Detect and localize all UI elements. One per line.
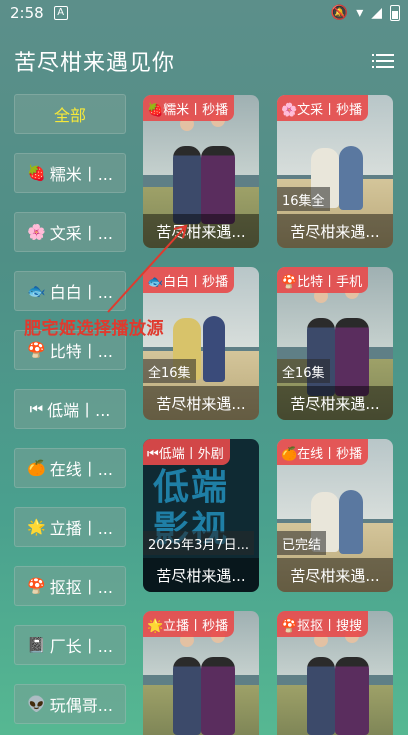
sidebar-item-label: 厂长丨...: [49, 637, 113, 656]
sidebar-item-libo[interactable]: 🌟 立播丨...: [14, 507, 126, 547]
wifi-icon: ▾: [356, 5, 364, 21]
sidebar-item-nuomi[interactable]: 🍓 糯米丨...: [14, 153, 126, 193]
video-card[interactable]: 🌟立播丨秒播: [143, 611, 259, 735]
card-title: 苦尽柑来遇...: [143, 214, 259, 248]
source-tag: 🍊在线丨秒播: [277, 439, 369, 465]
source-tag: 🍄比特丨手机: [277, 267, 369, 293]
rewind-icon: ⏮: [29, 400, 44, 418]
sidebar-item-wencai[interactable]: 🌸 文采丨...: [14, 212, 126, 252]
sidebar-item-label: 玩偶哥...: [49, 696, 113, 715]
sidebar-item-label: 抠抠丨...: [49, 578, 113, 597]
episode-badge: 全16集: [277, 359, 330, 383]
sidebar-item-label: 低端丨...: [47, 401, 111, 420]
episode-badge: 16集全: [277, 187, 330, 211]
sidebar-item-wanouge[interactable]: 👽 玩偶哥...: [14, 684, 126, 724]
source-tag: 🍓糯米丨秒播: [143, 95, 235, 121]
source-tag: 🌸文采丨秒播: [277, 95, 369, 121]
list-menu-icon[interactable]: [372, 53, 394, 69]
sidebar-item-all[interactable]: 全部: [14, 94, 126, 134]
header: 苦尽柑来遇见你: [14, 44, 394, 78]
star-icon: 🌟: [27, 518, 46, 536]
notification-icon: A: [53, 6, 68, 20]
strawberry-icon: 🍓: [27, 164, 46, 182]
status-bar: 2:58 A 🔕 ▾ ◢: [0, 0, 408, 26]
sidebar-item-baibai[interactable]: 🐟 白白丨...: [14, 271, 126, 311]
video-card[interactable]: 🍄比特丨手机 全16集 苦尽柑来遇...: [277, 267, 393, 420]
source-tag: ⏮低端丨外剧: [143, 439, 230, 465]
source-tag: 🍄抠抠丨搜搜: [277, 611, 369, 637]
video-card[interactable]: 低端影视 ⏮低端丨外剧 2025年3月7日... 苦尽柑来遇...: [143, 439, 259, 592]
notebook-icon: 📓: [27, 636, 46, 654]
sidebar-item-koukou[interactable]: 🍄 抠抠丨...: [14, 566, 126, 606]
annotation-text: 肥宅姬选择播放源: [24, 319, 164, 339]
card-title: 苦尽柑来遇...: [143, 386, 259, 420]
source-tag: 🌟立播丨秒播: [143, 611, 235, 637]
date-badge: 2025年3月7日...: [143, 531, 255, 555]
card-title: 苦尽柑来遇...: [143, 558, 259, 592]
video-card[interactable]: 🍄抠抠丨搜搜: [277, 611, 393, 735]
video-card[interactable]: 🐟白白丨秒播 全16集 苦尽柑来遇...: [143, 267, 259, 420]
sidebar-item-label: 比特丨...: [49, 342, 113, 361]
sidebar-item-label: 白白丨...: [49, 283, 113, 302]
episode-badge: 全16集: [143, 359, 196, 383]
sidebar-item-diduan[interactable]: ⏮ 低端丨...: [14, 389, 126, 429]
sidebar-item-label: 全部: [53, 106, 86, 125]
source-tag: 🐟白白丨秒播: [143, 267, 235, 293]
sidebar-item-label: 在线丨...: [49, 460, 113, 479]
sidebar-item-label: 文采丨...: [49, 224, 113, 243]
sidebar-item-zaixian[interactable]: 🍊 在线丨...: [14, 448, 126, 488]
mushroom-icon: 🍄: [27, 577, 46, 595]
mushroom-icon: 🍄: [27, 341, 46, 359]
blossom-icon: 🌸: [27, 223, 46, 241]
sidebar-item-label: 糯米丨...: [49, 165, 113, 184]
signal-icon: ◢: [371, 5, 382, 21]
sidebar-item-changzhang[interactable]: 📓 厂长丨...: [14, 625, 126, 665]
sidebar-item-label: 立播丨...: [49, 519, 113, 538]
page-title: 苦尽柑来遇见你: [14, 51, 176, 76]
status-time: 2:58: [10, 4, 44, 22]
alien-icon: 👽: [27, 695, 46, 713]
card-title: 苦尽柑来遇...: [277, 214, 393, 248]
video-card[interactable]: 🌸文采丨秒播 16集全 苦尽柑来遇...: [277, 95, 393, 248]
card-title: 苦尽柑来遇...: [277, 386, 393, 420]
mute-icon: 🔕: [330, 5, 349, 21]
fish-icon: 🐟: [27, 282, 46, 300]
status-badge: 已完结: [277, 531, 327, 555]
video-card[interactable]: 🍊在线丨秒播 已完结 苦尽柑来遇...: [277, 439, 393, 592]
orange-icon: 🍊: [27, 459, 46, 477]
battery-icon: [390, 5, 400, 21]
video-card[interactable]: 🍓糯米丨秒播 苦尽柑来遇...: [143, 95, 259, 248]
card-title: 苦尽柑来遇...: [277, 558, 393, 592]
